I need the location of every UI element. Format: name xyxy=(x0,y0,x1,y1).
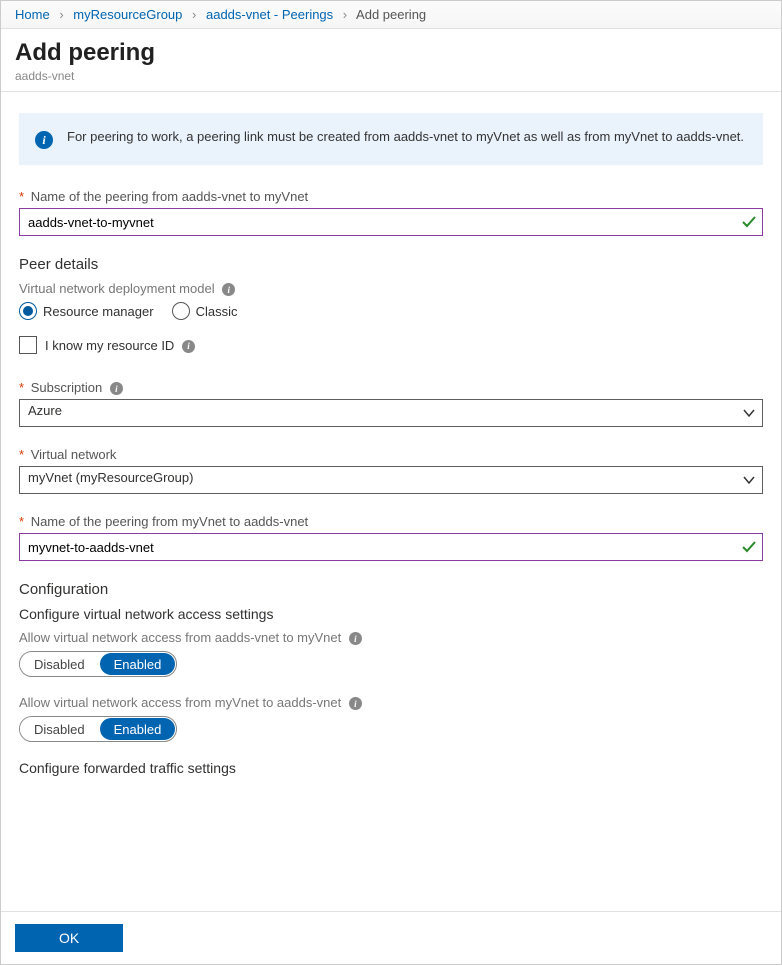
peering-name-2-label: * Name of the peering from myVnet to aad… xyxy=(19,514,763,529)
help-icon[interactable]: i xyxy=(349,697,362,710)
forwarded-traffic-title: Configure forwarded traffic settings xyxy=(19,760,763,776)
subscription-select[interactable]: Azure xyxy=(19,399,763,427)
breadcrumb-home[interactable]: Home xyxy=(15,7,50,22)
peering-name-1-input[interactable] xyxy=(19,208,763,236)
vnet-label: * Virtual network xyxy=(19,447,763,462)
access-2-label: Allow virtual network access from myVnet… xyxy=(19,695,763,710)
page-subtitle: aadds-vnet xyxy=(15,69,767,83)
access-2-toggle[interactable]: Disabled Enabled xyxy=(19,716,177,742)
info-banner: i For peering to work, a peering link mu… xyxy=(19,113,763,165)
breadcrumb-vnet-peerings[interactable]: aadds-vnet - Peerings xyxy=(206,7,333,22)
info-text: For peering to work, a peering link must… xyxy=(67,129,744,144)
required-indicator: * xyxy=(19,189,24,204)
deployment-model-radios: Resource manager Classic xyxy=(19,302,763,320)
required-indicator: * xyxy=(19,514,24,529)
help-icon[interactable]: i xyxy=(349,632,362,645)
required-indicator: * xyxy=(19,380,24,395)
chevron-right-icon: › xyxy=(343,7,347,22)
chevron-right-icon: › xyxy=(192,7,196,22)
access-1-label: Allow virtual network access from aadds-… xyxy=(19,630,763,645)
breadcrumb-resource-group[interactable]: myResourceGroup xyxy=(73,7,182,22)
know-resource-id-label[interactable]: I know my resource ID i xyxy=(45,338,195,353)
peering-name-1-label: * Name of the peering from aadds-vnet to… xyxy=(19,189,763,204)
subscription-label: * Subscription i xyxy=(19,380,763,395)
chevron-right-icon: › xyxy=(59,7,63,22)
toggle-enabled[interactable]: Enabled xyxy=(100,653,176,675)
vnet-select[interactable]: myVnet (myResourceGroup) xyxy=(19,466,763,494)
required-indicator: * xyxy=(19,447,24,462)
breadcrumb-current: Add peering xyxy=(356,7,426,22)
peer-details-title: Peer details xyxy=(19,256,763,273)
info-icon: i xyxy=(35,131,53,149)
toggle-disabled[interactable]: Disabled xyxy=(20,652,99,676)
configuration-title: Configuration xyxy=(19,581,763,598)
deployment-model-label: Virtual network deployment model i xyxy=(19,281,763,296)
access-settings-title: Configure virtual network access setting… xyxy=(19,606,763,622)
help-icon[interactable]: i xyxy=(110,382,123,395)
page-header: Add peering aadds-vnet xyxy=(1,29,781,92)
know-resource-id-row: I know my resource ID i xyxy=(19,336,763,354)
content-pane: i For peering to work, a peering link mu… xyxy=(1,91,781,904)
help-icon[interactable]: i xyxy=(182,340,195,353)
peering-name-2-input[interactable] xyxy=(19,533,763,561)
toggle-enabled[interactable]: Enabled xyxy=(100,718,176,740)
access-1-toggle[interactable]: Disabled Enabled xyxy=(19,651,177,677)
breadcrumb: Home › myResourceGroup › aadds-vnet - Pe… xyxy=(1,1,781,29)
toggle-disabled[interactable]: Disabled xyxy=(20,717,99,741)
footer-bar: OK xyxy=(1,911,781,964)
know-resource-id-checkbox[interactable] xyxy=(19,336,37,354)
page-title: Add peering xyxy=(15,39,767,67)
radio-classic[interactable]: Classic xyxy=(172,302,238,320)
ok-button[interactable]: OK xyxy=(15,924,123,952)
radio-resource-manager[interactable]: Resource manager xyxy=(19,302,154,320)
help-icon[interactable]: i xyxy=(222,283,235,296)
